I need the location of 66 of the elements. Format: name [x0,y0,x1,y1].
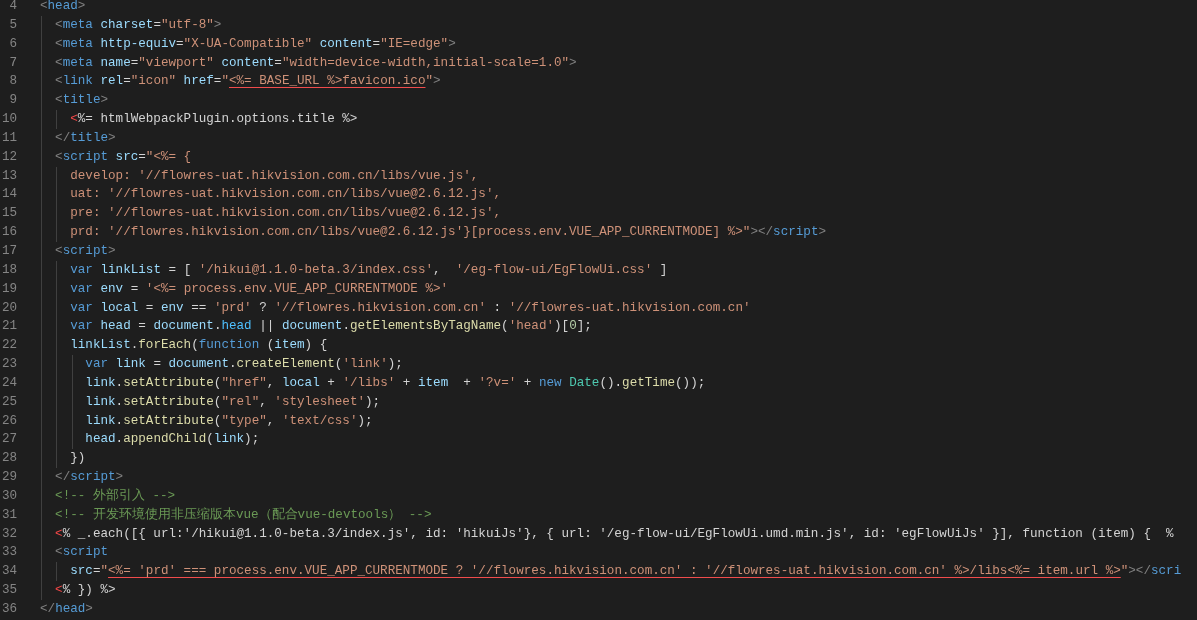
code-line: pre: '//flowres-uat.hikvision.com.cn/libs/vue@2.6.12.js', [70,205,501,223]
line-number: 31 [1,506,17,524]
line-number: 16 [1,224,17,242]
code-line: uat: '//flowres-uat.hikvision.com.cn/libs/vue@2.6.12.js', [70,186,501,204]
code-line: var link = document.createElement('link'); [85,356,403,374]
line-number: 15 [1,205,17,223]
code-line: var local = env == 'prd' ? '//flowres.hikvision.com.cn' : '//flowres-uat.hikvision.com.cn' [70,299,751,317]
code-line: </head> [40,601,93,618]
code-line: head.appendChild(link); [85,431,260,449]
code-line: <meta http-equiv="X-UA-Compatible" content="IE=edge"> [55,35,456,53]
line-number: 13 [1,167,17,185]
line-number: 25 [1,393,17,411]
line-number: 11 [1,129,17,147]
code-line: <% }) %> [55,582,116,600]
line-number: 32 [1,525,17,543]
code-line: var env = '<%= process.env.VUE_APP_CURRENTMODE %>' [70,280,449,298]
code-line: <script src="<%= { [55,148,192,166]
line-number: 23 [1,356,17,374]
code-line: linkList.forEach(function (item) { [70,337,328,355]
line-number: 26 [1,412,17,430]
line-number: 24 [1,374,17,392]
line-number: 7 [8,54,17,72]
code-line: </title> [55,129,116,147]
code-line: var linkList = [ '/hikui@1.1.0-beta.3/index.css', '/eg-flow-ui/EgFlowUi.css' ] [70,261,668,279]
line-number: 4 [8,0,17,15]
code-line: <!-- 外部引入 --> [55,487,176,505]
line-number: 17 [1,242,17,260]
line-number: 14 [1,186,17,204]
line-number: 19 [1,280,17,298]
code-line: </script> [55,469,124,487]
line-number: 21 [1,318,17,336]
code-line: link.setAttribute("type", 'text/css'); [85,412,373,430]
line-number: 6 [8,35,17,53]
code-line: src="<%= 'prd' === process.env.VUE_APP_CURRENTMODE ? '//flowres.hikvision.com.cn' : '//flowres-uat.hikvision.com.cn' %>/libs<%= item.url %>"></scri [70,563,1182,581]
line-number: 27 [1,431,17,449]
line-number: 36 [1,601,17,618]
line-number: 18 [1,261,17,279]
line-number: 5 [8,16,17,34]
line-number: 34 [1,563,17,581]
code-line: <link rel="icon" href="<%= BASE_URL %>favicon.ico"> [55,73,441,91]
code-line: <script [55,544,109,562]
line-number: 20 [1,299,17,317]
line-number: 12 [1,148,17,166]
code-line: var head = document.head || document.getElementsByTagName('head')[0]; [70,318,592,336]
code-line: <meta charset="utf-8"> [55,16,222,34]
code-line: <% _.each([{ url:'/hikui@1.1.0-beta.3/index.js', id: 'hikuiJs'}, { url: '/eg-flow-ui/EgFlowUi.umd.min.js', id: 'egFlowUiJs' }], function (item) { % [55,525,1174,543]
line-number: 9 [8,92,17,110]
code-line: <!-- 开发环境使用非压缩版本vue（配合vue-devtools） --> [55,506,432,524]
line-number: 8 [8,73,17,91]
code-line: <script> [55,242,116,260]
line-number: 28 [1,450,17,468]
code-line: <title> [55,92,109,110]
line-number: 10 [1,111,17,129]
code-line: <head> [40,0,86,15]
line-number: 29 [1,469,17,487]
line-number: 22 [1,337,17,355]
code-line: link.setAttribute("rel", 'stylesheet'); [85,393,381,411]
code-line: develop: '//flowres-uat.hikvision.com.cn/libs/vue.js', [70,167,479,185]
code-line: <%= htmlWebpackPlugin.options.title %> [70,111,358,129]
code-line: prd: '//flowres.hikvision.com.cn/libs/vue@2.6.12.js'}[process.env.VUE_APP_CURRENTMODE] %>"></script> [70,224,827,242]
code-line: }) [70,450,86,468]
code-line: <meta name="viewport" content="width=device-width,initial-scale=1.0"> [55,54,577,72]
line-number: 35 [1,582,17,600]
code-line: link.setAttribute("href", local + '/libs' + item + '?v=' + new Date().getTime()); [85,374,706,392]
line-number: 33 [1,544,17,562]
line-number: 30 [1,487,17,505]
